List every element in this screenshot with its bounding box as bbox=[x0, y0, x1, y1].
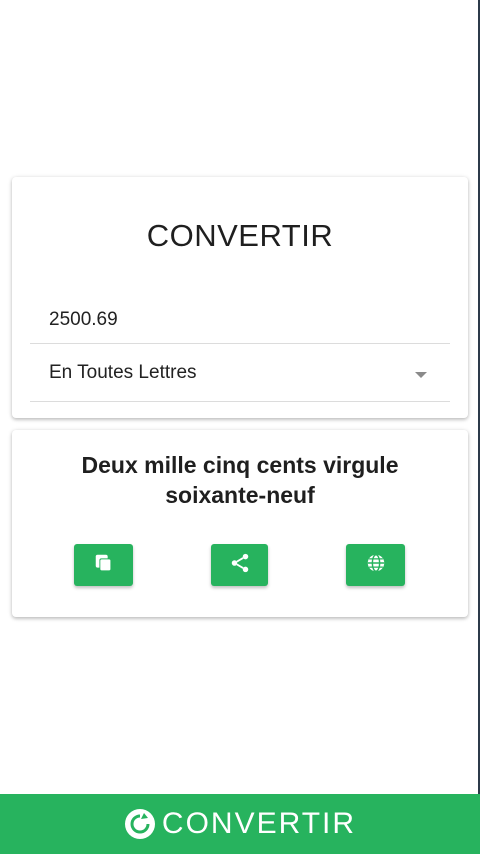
result-line-1: Deux mille cinq cents virgule bbox=[81, 452, 399, 478]
result-line-2: soixante-neuf bbox=[165, 482, 315, 508]
mode-select[interactable]: En Toutes Lettres bbox=[30, 348, 450, 402]
chevron-down-icon bbox=[415, 372, 427, 378]
convert-button-label: CONVERTIR bbox=[161, 807, 357, 840]
mode-select-value: En Toutes Lettres bbox=[49, 362, 197, 383]
refresh-icon bbox=[124, 808, 156, 840]
app-screen: CONVERTIR En Toutes Lettres Deux mille c… bbox=[0, 0, 480, 854]
copy-icon bbox=[93, 552, 115, 579]
converter-title: CONVERTIR bbox=[146, 218, 334, 253]
result-text: Deux mille cinq cents virgule soixante-n… bbox=[12, 450, 468, 510]
share-button[interactable] bbox=[211, 544, 268, 586]
copy-button[interactable] bbox=[74, 544, 133, 586]
globe-icon bbox=[365, 552, 387, 579]
convert-button[interactable]: CONVERTIR bbox=[0, 794, 480, 854]
web-button[interactable] bbox=[346, 544, 405, 586]
number-input[interactable] bbox=[30, 296, 450, 344]
share-icon bbox=[229, 552, 251, 579]
